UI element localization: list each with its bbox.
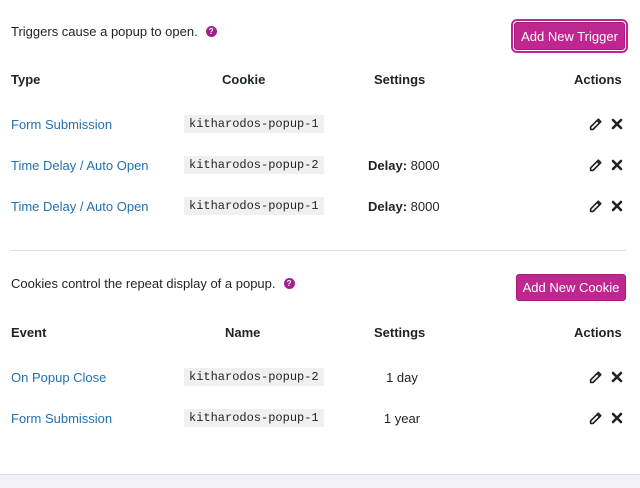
header-actions: Actions bbox=[574, 325, 622, 340]
close-icon[interactable] bbox=[610, 158, 624, 172]
row-actions bbox=[588, 117, 624, 131]
header-name: Name bbox=[225, 325, 261, 340]
add-new-cookie-button[interactable]: Add New Cookie bbox=[516, 274, 626, 301]
header-settings: Settings bbox=[374, 325, 426, 340]
row-actions bbox=[588, 158, 624, 172]
cookie-name-code: kitharodos-popup-1 bbox=[184, 409, 324, 427]
help-icon[interactable]: ? bbox=[283, 278, 295, 289]
triggers-intro-text: Triggers cause a popup to open. bbox=[11, 24, 198, 39]
close-icon[interactable] bbox=[610, 370, 624, 384]
settings-cell: Delay: 8000 bbox=[368, 158, 440, 173]
header-type: Type bbox=[11, 72, 41, 87]
cookie-event-link[interactable]: Form Submission bbox=[11, 411, 112, 426]
settings-value: 8000 bbox=[410, 199, 440, 214]
pencil-icon[interactable] bbox=[588, 158, 602, 172]
help-icon[interactable]: ? bbox=[205, 26, 217, 37]
close-icon[interactable] bbox=[610, 411, 624, 425]
row-actions bbox=[588, 199, 624, 213]
settings-cell: Delay: 8000 bbox=[368, 199, 440, 214]
header-cookie: Cookie bbox=[222, 72, 266, 87]
pencil-icon[interactable] bbox=[588, 370, 602, 384]
cookies-intro: Cookies control the repeat display of a … bbox=[11, 276, 295, 291]
settings-label: Delay: bbox=[368, 199, 408, 214]
pencil-icon[interactable] bbox=[588, 117, 602, 131]
cookies-intro-text: Cookies control the repeat display of a … bbox=[11, 276, 276, 291]
cookie-name-code: kitharodos-popup-2 bbox=[184, 368, 324, 386]
cookie-code: kitharodos-popup-1 bbox=[184, 197, 324, 215]
pencil-icon[interactable] bbox=[588, 411, 602, 425]
cookie-code: kitharodos-popup-2 bbox=[184, 156, 324, 174]
section-divider bbox=[11, 250, 626, 251]
footer-bar bbox=[0, 474, 640, 488]
trigger-type-link[interactable]: Time Delay / Auto Open bbox=[11, 199, 149, 214]
add-new-trigger-button[interactable]: Add New Trigger bbox=[514, 22, 625, 50]
cookie-settings: 1 year bbox=[383, 411, 421, 426]
close-icon[interactable] bbox=[610, 199, 624, 213]
row-actions bbox=[588, 411, 624, 425]
trigger-type-link[interactable]: Time Delay / Auto Open bbox=[11, 158, 149, 173]
triggers-intro: Triggers cause a popup to open. ? bbox=[11, 24, 217, 39]
close-icon[interactable] bbox=[610, 117, 624, 131]
header-actions: Actions bbox=[574, 72, 622, 87]
header-settings: Settings bbox=[374, 72, 426, 87]
cookie-event-link[interactable]: On Popup Close bbox=[11, 370, 106, 385]
trigger-type-link[interactable]: Form Submission bbox=[11, 117, 112, 132]
pencil-icon[interactable] bbox=[588, 199, 602, 213]
settings-label: Delay: bbox=[368, 158, 408, 173]
cookie-code: kitharodos-popup-1 bbox=[184, 115, 324, 133]
settings-value: 8000 bbox=[410, 158, 440, 173]
header-event: Event bbox=[11, 325, 47, 340]
row-actions bbox=[588, 370, 624, 384]
cookie-settings: 1 day bbox=[386, 370, 418, 385]
